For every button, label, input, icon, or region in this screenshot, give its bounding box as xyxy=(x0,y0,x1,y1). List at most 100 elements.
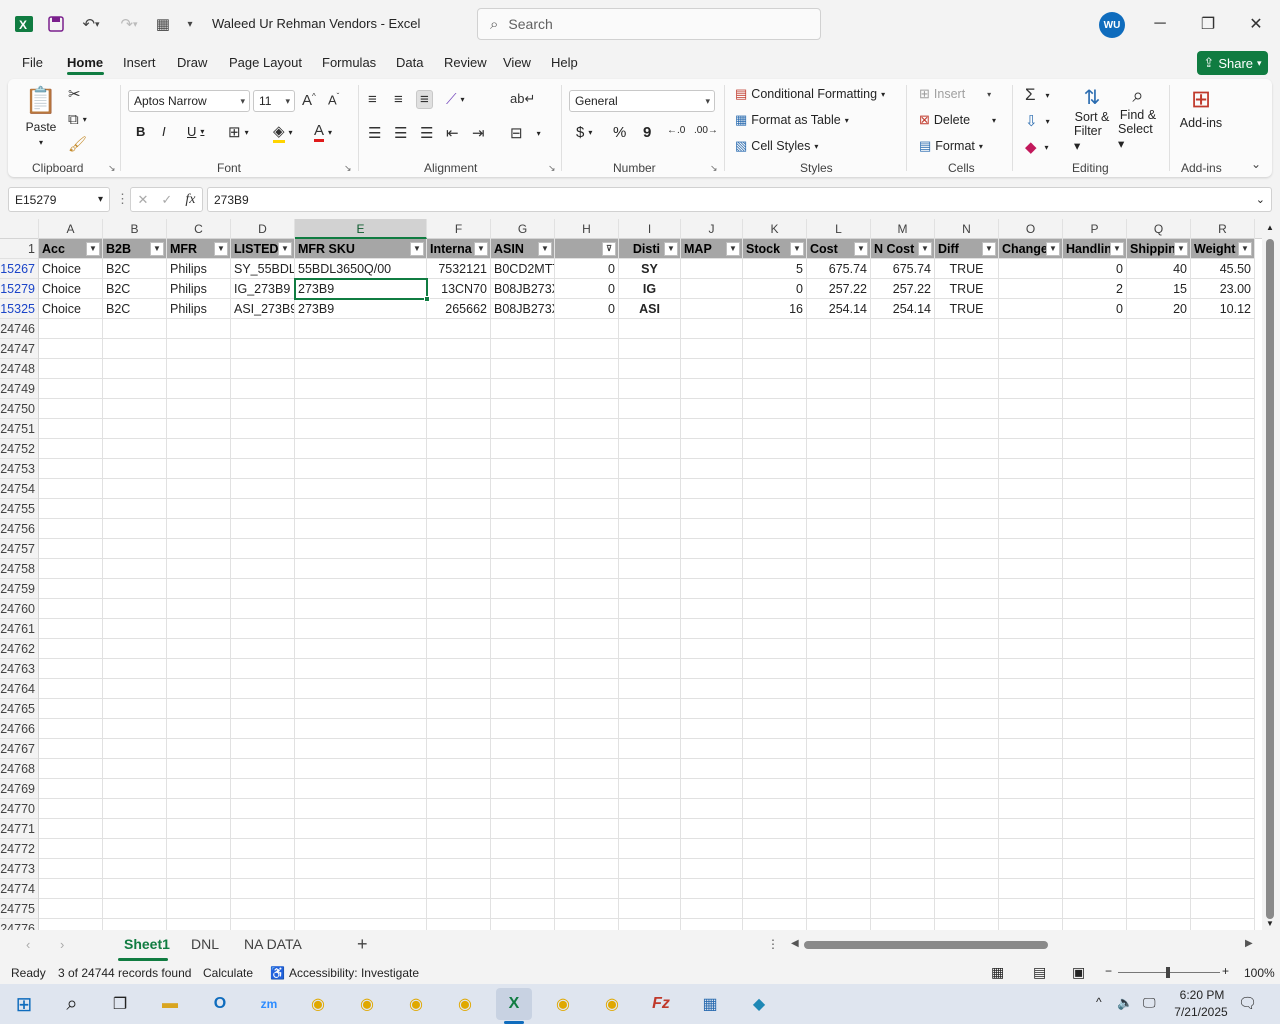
cell[interactable] xyxy=(231,859,295,879)
cell[interactable] xyxy=(935,599,999,619)
cell[interactable] xyxy=(807,539,871,559)
cell[interactable] xyxy=(807,459,871,479)
cell[interactable] xyxy=(555,839,619,859)
cell[interactable] xyxy=(1191,399,1255,419)
cell[interactable] xyxy=(555,519,619,539)
table-header-cell[interactable]: Disti ▼ xyxy=(619,239,681,259)
cell[interactable] xyxy=(231,819,295,839)
cell[interactable] xyxy=(103,339,167,359)
cell[interactable] xyxy=(1127,579,1191,599)
cell[interactable] xyxy=(743,759,807,779)
row-header[interactable]: 24768 xyxy=(0,759,39,779)
table-cell[interactable] xyxy=(681,279,743,299)
table-cell[interactable]: B0CD2MTT xyxy=(491,259,555,279)
cell[interactable] xyxy=(295,759,427,779)
cell[interactable] xyxy=(295,779,427,799)
customize-toolbar-icon[interactable]: ▾ xyxy=(180,12,200,36)
cell[interactable] xyxy=(555,339,619,359)
cell[interactable] xyxy=(167,779,231,799)
cell[interactable] xyxy=(619,739,681,759)
row-header[interactable]: 24758 xyxy=(0,559,39,579)
cell[interactable] xyxy=(1191,359,1255,379)
cell[interactable] xyxy=(427,879,491,899)
zoom-in-icon[interactable]: + xyxy=(1222,964,1229,978)
cell[interactable] xyxy=(103,799,167,819)
cell[interactable] xyxy=(231,899,295,919)
cell[interactable] xyxy=(491,419,555,439)
cell[interactable] xyxy=(807,559,871,579)
cell[interactable] xyxy=(555,819,619,839)
cell[interactable] xyxy=(231,879,295,899)
cell[interactable] xyxy=(167,679,231,699)
scroll-left-icon[interactable]: ◀ xyxy=(791,938,799,949)
cell[interactable] xyxy=(1063,479,1127,499)
column-header[interactable]: J xyxy=(681,219,743,239)
cell[interactable] xyxy=(491,379,555,399)
row-header[interactable]: 24769 xyxy=(0,779,39,799)
add-sheet-icon[interactable]: + xyxy=(357,934,368,955)
cell[interactable] xyxy=(935,559,999,579)
decrease-indent-icon[interactable]: ⇤ xyxy=(446,124,459,142)
cell[interactable] xyxy=(935,419,999,439)
cell[interactable] xyxy=(1127,319,1191,339)
cell[interactable] xyxy=(1063,339,1127,359)
cell[interactable] xyxy=(681,579,743,599)
cell[interactable] xyxy=(681,919,743,930)
cell[interactable] xyxy=(231,539,295,559)
cell[interactable] xyxy=(1063,599,1127,619)
cell[interactable] xyxy=(1063,639,1127,659)
cell[interactable] xyxy=(743,639,807,659)
chrome-icon[interactable]: ◉ xyxy=(447,988,483,1020)
cell[interactable] xyxy=(231,719,295,739)
cell[interactable] xyxy=(167,899,231,919)
cell[interactable] xyxy=(999,659,1063,679)
cell[interactable] xyxy=(1191,639,1255,659)
cell[interactable] xyxy=(681,359,743,379)
cell[interactable] xyxy=(871,779,935,799)
cell[interactable] xyxy=(999,379,1063,399)
vertical-scroll-thumb[interactable] xyxy=(1266,239,1274,919)
row-header[interactable]: 24746 xyxy=(0,319,39,339)
cell[interactable] xyxy=(999,839,1063,859)
cell[interactable] xyxy=(619,659,681,679)
filter-dropdown-icon[interactable]: ▼ xyxy=(982,242,996,256)
cell[interactable] xyxy=(935,339,999,359)
cell[interactable] xyxy=(619,759,681,779)
cell[interactable] xyxy=(491,459,555,479)
chrome-icon[interactable]: ◉ xyxy=(594,988,630,1020)
increase-decimal-icon[interactable]: ←.0 xyxy=(667,125,685,136)
dialog-launcher-icon[interactable]: ↘ xyxy=(344,163,352,174)
table-header-cell[interactable]: Shippin ▼ xyxy=(1127,239,1191,259)
cell[interactable] xyxy=(1127,499,1191,519)
volume-icon[interactable]: 🔈 xyxy=(1117,995,1133,1011)
cell[interactable] xyxy=(619,839,681,859)
cell[interactable] xyxy=(871,619,935,639)
formula-input[interactable]: 273B9 ⌄ xyxy=(207,187,1272,212)
notifications-icon[interactable]: 🗨 xyxy=(1238,994,1257,1012)
prev-sheet-icon[interactable]: ‹ xyxy=(26,937,30,952)
cell[interactable] xyxy=(743,719,807,739)
cell[interactable] xyxy=(1191,499,1255,519)
cell[interactable] xyxy=(871,399,935,419)
cell[interactable] xyxy=(871,739,935,759)
cell[interactable] xyxy=(555,579,619,599)
cell[interactable] xyxy=(295,579,427,599)
calculator-icon[interactable]: ▦ xyxy=(152,12,174,36)
cell[interactable] xyxy=(491,839,555,859)
table-cell[interactable] xyxy=(999,299,1063,319)
cell[interactable] xyxy=(167,459,231,479)
align-center-icon[interactable]: ☰ xyxy=(394,124,407,142)
row-header[interactable]: 24761 xyxy=(0,619,39,639)
cell[interactable] xyxy=(1127,399,1191,419)
cell[interactable] xyxy=(999,779,1063,799)
cell[interactable] xyxy=(681,399,743,419)
cell[interactable] xyxy=(555,379,619,399)
cell[interactable] xyxy=(871,599,935,619)
table-cell[interactable]: 5 xyxy=(743,259,807,279)
cell[interactable] xyxy=(491,679,555,699)
cell[interactable] xyxy=(935,579,999,599)
table-cell[interactable]: 0 xyxy=(555,279,619,299)
cell[interactable] xyxy=(555,399,619,419)
table-header-cell[interactable]: Weight ▼ xyxy=(1191,239,1255,259)
cell[interactable] xyxy=(1191,539,1255,559)
